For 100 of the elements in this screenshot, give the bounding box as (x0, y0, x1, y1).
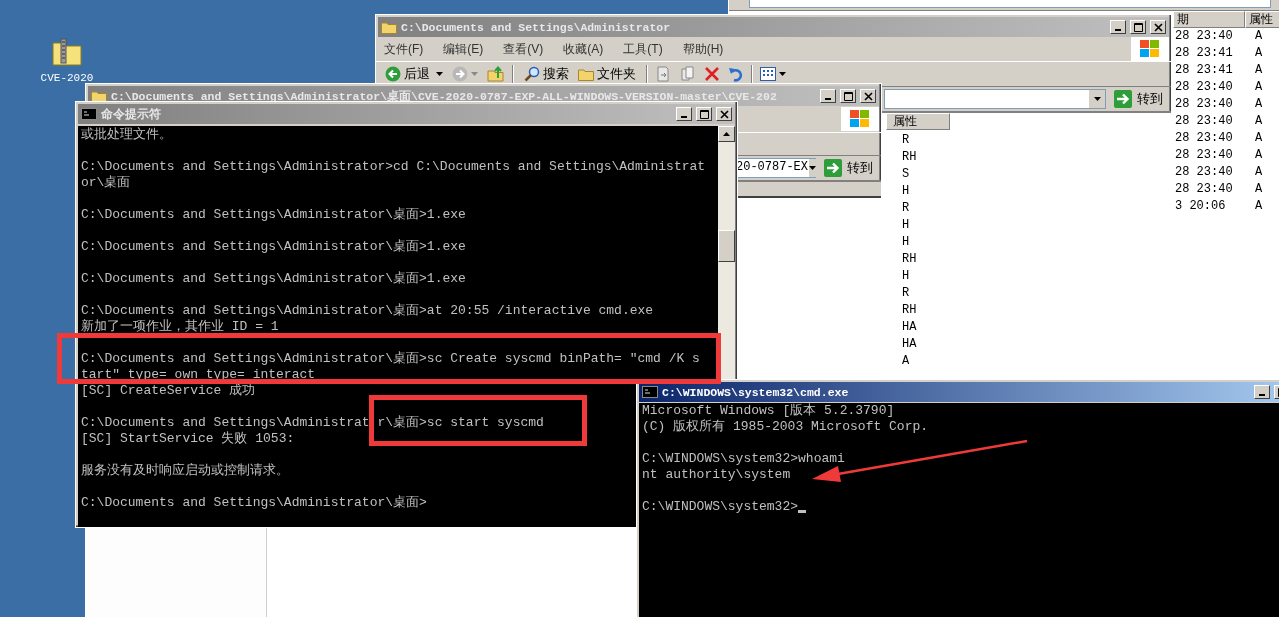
attribute-cell-text: A (1254, 28, 1264, 45)
undo-icon[interactable] (728, 66, 744, 82)
views-icon[interactable] (760, 67, 776, 81)
console-line: [SC] StartService 失败 1053: (81, 431, 295, 447)
minimize-button[interactable] (1254, 385, 1270, 399)
maximize-button[interactable] (840, 89, 856, 103)
console-icon (81, 108, 97, 120)
close-icon (719, 109, 729, 119)
console-line: or\桌面 (81, 175, 131, 191)
close-button[interactable] (860, 89, 876, 103)
attribute-cell-text: A (1254, 79, 1264, 96)
console-line: C:\Documents and Settings\Administrator\桌面>at 20:55 /interactive cmd.exe (81, 303, 654, 319)
window-title: C:\Documents and Settings\Administrator\桌面\CVE-2020-0787-EXP-ALL-WINDOWS-VERSION-master\CVE-202 (111, 88, 777, 104)
date-cell-text: 28 23:40 (1175, 28, 1234, 45)
window-title: C:\Documents and Settings\Administrator (401, 20, 671, 34)
attribute-cell: R (902, 285, 910, 302)
attribute-cell: S (902, 166, 910, 183)
right-arrow-icon (1114, 90, 1132, 108)
maximize-icon (1133, 22, 1143, 32)
attribute-cell: H (902, 268, 910, 285)
column-header[interactable]: 期 (1173, 11, 1245, 28)
attribute-cell: HA (902, 319, 917, 336)
folders-button[interactable]: 文件夹 (575, 65, 639, 83)
minimize-icon (825, 98, 831, 100)
maximize-button[interactable] (1130, 20, 1146, 34)
column-header[interactable]: 属性 (886, 113, 950, 130)
menu-item[interactable]: 查看(V) (503, 40, 544, 58)
attribute-cell-text: A (1254, 130, 1264, 147)
attribute-cell-text: A (1254, 45, 1264, 62)
delete-icon[interactable] (705, 67, 719, 81)
console-line: C:\Documents and Settings\Administrator\桌面>1.exe (81, 239, 466, 255)
date-cell-text: 28 23:41 (1175, 62, 1234, 79)
attribute-cell-text: A (1254, 113, 1264, 130)
attribute-cell: RH (902, 302, 917, 319)
title-bar[interactable]: C:\WINDOWS\system32\cmd.exe (639, 382, 1279, 402)
attribute-cell-text: A (1254, 198, 1264, 215)
console-line: 服务没有及时响应启动或控制请求。 (81, 463, 289, 479)
close-icon (863, 91, 873, 101)
console-line: C:\Documents and Settings\Administrat r\桌面>sc start syscmd (81, 415, 544, 431)
menu-item[interactable]: 文件(F) (384, 40, 424, 58)
menu-item[interactable]: 帮助(H) (682, 40, 724, 58)
back-arrow-icon (385, 66, 401, 82)
text-cursor (798, 510, 807, 513)
minimize-button[interactable] (820, 89, 836, 103)
menu-item[interactable]: 编辑(E) (443, 40, 484, 58)
scroll-up-button[interactable] (718, 126, 735, 142)
attribute-cell-text: A (1254, 181, 1264, 198)
zip-folder-icon[interactable] (52, 38, 82, 66)
attribute-cell: A (902, 353, 910, 370)
minimize-button[interactable] (676, 107, 692, 121)
console-line: C:\Documents and Settings\Administrator\桌面> (81, 495, 427, 511)
date-cell-text: 3 20:06 (1175, 198, 1227, 215)
date-cell-text: 28 23:40 (1175, 181, 1234, 198)
console-line: [SC] CreateService 成功 (81, 383, 256, 399)
close-icon (1153, 22, 1163, 32)
console-line: C:\Documents and Settings\Administrator\桌面>sc Create syscmd binPath= "cmd /K s (81, 351, 700, 367)
console-line: C:\Documents and Settings\Administrator>cd C:\Documents and Settings\Administrat (81, 159, 706, 175)
icon-label[interactable]: CVE-2020 (40, 72, 94, 84)
console-line: Microsoft Windows [版本 5.2.3790] (642, 403, 895, 419)
windows-flag-icon (1139, 39, 1161, 59)
date-cell-text: 28 23:40 (1175, 113, 1234, 130)
date-cell-text: 28 23:40 (1175, 79, 1234, 96)
console-line: nt authority\system (642, 467, 791, 483)
caret-icon[interactable] (779, 72, 786, 76)
attribute-cell-text: A (1254, 147, 1264, 164)
attribute-cell: RH (902, 251, 917, 268)
address-text: 20-0787-EX (735, 159, 808, 176)
attribute-cell: RH (902, 149, 917, 166)
console-line: C:\WINDOWS\system32> (642, 499, 799, 515)
dropdown-button[interactable] (808, 159, 816, 177)
attribute-cell: H (902, 234, 910, 251)
column-header[interactable]: 属性 (1244, 11, 1279, 28)
address-field[interactable] (884, 89, 1106, 109)
attribute-cell: H (902, 217, 910, 234)
console-line: 新加了一项作业，其作业 ID = 1 (81, 319, 279, 335)
menu-item[interactable]: 工具(T) (623, 40, 663, 58)
console-line: C:\Documents and Settings\Administrator\桌面>1.exe (81, 271, 466, 287)
maximize-button[interactable] (696, 107, 712, 121)
close-button[interactable] (716, 107, 732, 121)
search-icon (524, 66, 540, 82)
minimize-icon (681, 116, 687, 118)
dropdown-button[interactable] (1088, 90, 1105, 108)
search-button[interactable]: 搜索 (521, 65, 572, 83)
date-cell-text: 28 23:40 (1175, 147, 1234, 164)
attribute-cell: HA (902, 336, 917, 353)
console-line: C:\Documents and Settings\Administrator\桌面>1.exe (81, 207, 466, 223)
up-arrow-icon (723, 132, 730, 136)
minimize-button[interactable] (1110, 20, 1126, 34)
page-arrow-icon[interactable] (655, 66, 671, 82)
maximize-icon (843, 91, 853, 101)
scroll-thumb[interactable] (718, 230, 735, 262)
menu-item[interactable]: 收藏(A) (563, 40, 604, 58)
folder-icon (381, 20, 397, 34)
date-cell-text: 28 23:40 (1175, 164, 1234, 181)
close-button[interactable] (1150, 20, 1166, 34)
caret-icon[interactable] (436, 72, 443, 76)
attribute-cell: R (902, 200, 910, 217)
date-cell-text: 28 23:41 (1175, 45, 1234, 62)
back-button[interactable]: 后退 (382, 65, 433, 83)
minimize-icon (1259, 394, 1265, 396)
